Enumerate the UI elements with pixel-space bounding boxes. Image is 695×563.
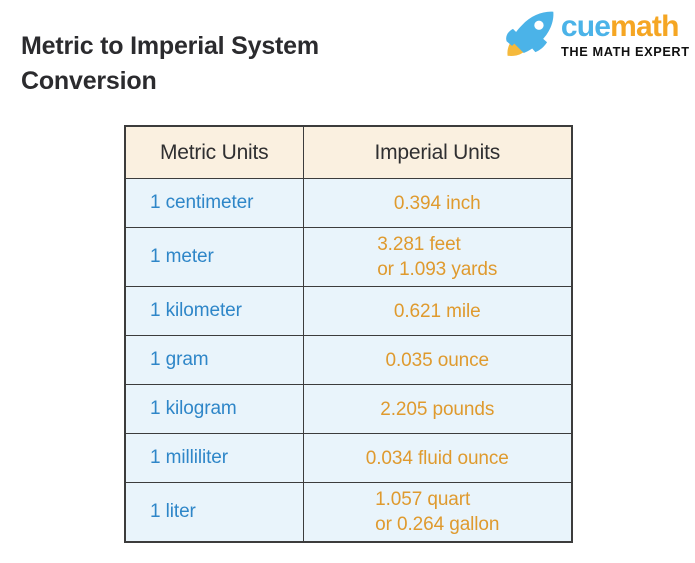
table-row: 1 centimeter 0.394 inch <box>124 178 573 228</box>
table-body: 1 centimeter 0.394 inch 1 meter 3.281 feet o… <box>124 178 573 543</box>
cell-metric-unit: 1 meter <box>124 227 304 287</box>
cell-imperial-lines: 0.394 inch <box>394 191 481 216</box>
page-title: Metric to Imperial System Conversion <box>21 29 441 99</box>
cell-imperial-lines: 0.035 ounce <box>386 348 490 373</box>
cell-imperial-line: 1.057 quart <box>375 489 471 510</box>
table-row: 1 milliliter 0.034 fluid ounce <box>124 433 573 483</box>
cell-imperial-unit: 0.621 mile <box>302 286 573 336</box>
cell-imperial-line: 0.621 mile <box>393 300 481 322</box>
table-header-row: Metric Units Imperial Units <box>124 125 573 179</box>
table-row: 1 liter 1.057 quart or 0.264 gallon <box>124 482 573 543</box>
cell-imperial-unit: 3.281 feet or 1.093 yards <box>302 227 573 287</box>
cell-imperial-lines: 1.057 quart or 0.264 gallon <box>375 487 499 537</box>
cell-metric-unit: 1 kilometer <box>124 286 304 336</box>
cell-imperial-line: or 1.093 yards <box>377 259 498 280</box>
cell-imperial-lines: 0.034 fluid ounce <box>366 446 509 471</box>
cell-imperial-lines: 2.205 pounds <box>380 397 494 422</box>
table-row: 1 kilometer 0.621 mile <box>124 286 573 336</box>
page-title-line-1: Metric to Imperial System <box>21 31 319 60</box>
cell-imperial-unit: 0.035 ounce <box>302 335 573 385</box>
logo-word-math: math <box>610 10 679 43</box>
logo-word-cue: cue <box>560 10 611 43</box>
cell-metric-unit: 1 kilogram <box>124 384 304 434</box>
cell-imperial-line: 3.281 feet <box>377 234 461 255</box>
table-header: Metric Units Imperial Units <box>124 125 573 179</box>
conversion-table-container: Metric Units Imperial Units 1 centimeter… <box>124 125 573 543</box>
brand-logo: cuemath THE MATH EXPERT <box>501 8 690 62</box>
cell-imperial-unit: 2.205 pounds <box>302 384 573 434</box>
cell-imperial-line: 0.035 ounce <box>385 349 490 371</box>
cell-imperial-lines: 3.281 feet or 1.093 yards <box>377 232 497 282</box>
cell-metric-unit: 1 gram <box>124 335 304 385</box>
cell-imperial-unit: 0.034 fluid ounce <box>302 433 573 483</box>
cell-metric-unit: 1 milliliter <box>124 433 304 483</box>
cell-metric-unit: 1 liter <box>124 482 304 543</box>
column-header-imperial-units: Imperial Units <box>302 125 573 179</box>
cell-imperial-line: 0.394 inch <box>393 192 481 214</box>
logo-wordmark-block: cuemath THE MATH EXPERT <box>560 12 690 60</box>
cell-imperial-unit: 1.057 quart or 0.264 gallon <box>302 482 573 543</box>
metric-imperial-conversion-table: Metric Units Imperial Units 1 centimeter… <box>124 125 573 543</box>
cell-imperial-line: 2.205 pounds <box>380 398 495 420</box>
cell-imperial-lines: 0.621 mile <box>394 299 481 324</box>
cell-imperial-unit: 0.394 inch <box>302 178 573 228</box>
page-title-line-2: Conversion <box>21 66 157 95</box>
rocket-icon <box>505 11 554 56</box>
table-row: 1 meter 3.281 feet or 1.093 yards <box>124 227 573 287</box>
logo-wordmark: cuemath <box>561 12 687 42</box>
table-row: 1 kilogram 2.205 pounds <box>124 384 573 434</box>
cell-metric-unit: 1 centimeter <box>124 178 304 228</box>
column-header-metric-units: Metric Units <box>124 125 304 179</box>
page-header: Metric to Imperial System Conversion cue… <box>0 0 695 110</box>
cell-imperial-line: 0.034 fluid ounce <box>365 447 509 469</box>
cell-imperial-line: or 0.264 gallon <box>375 514 500 535</box>
table-row: 1 gram 0.035 ounce <box>124 335 573 385</box>
logo-tagline: THE MATH EXPERT <box>560 45 690 59</box>
